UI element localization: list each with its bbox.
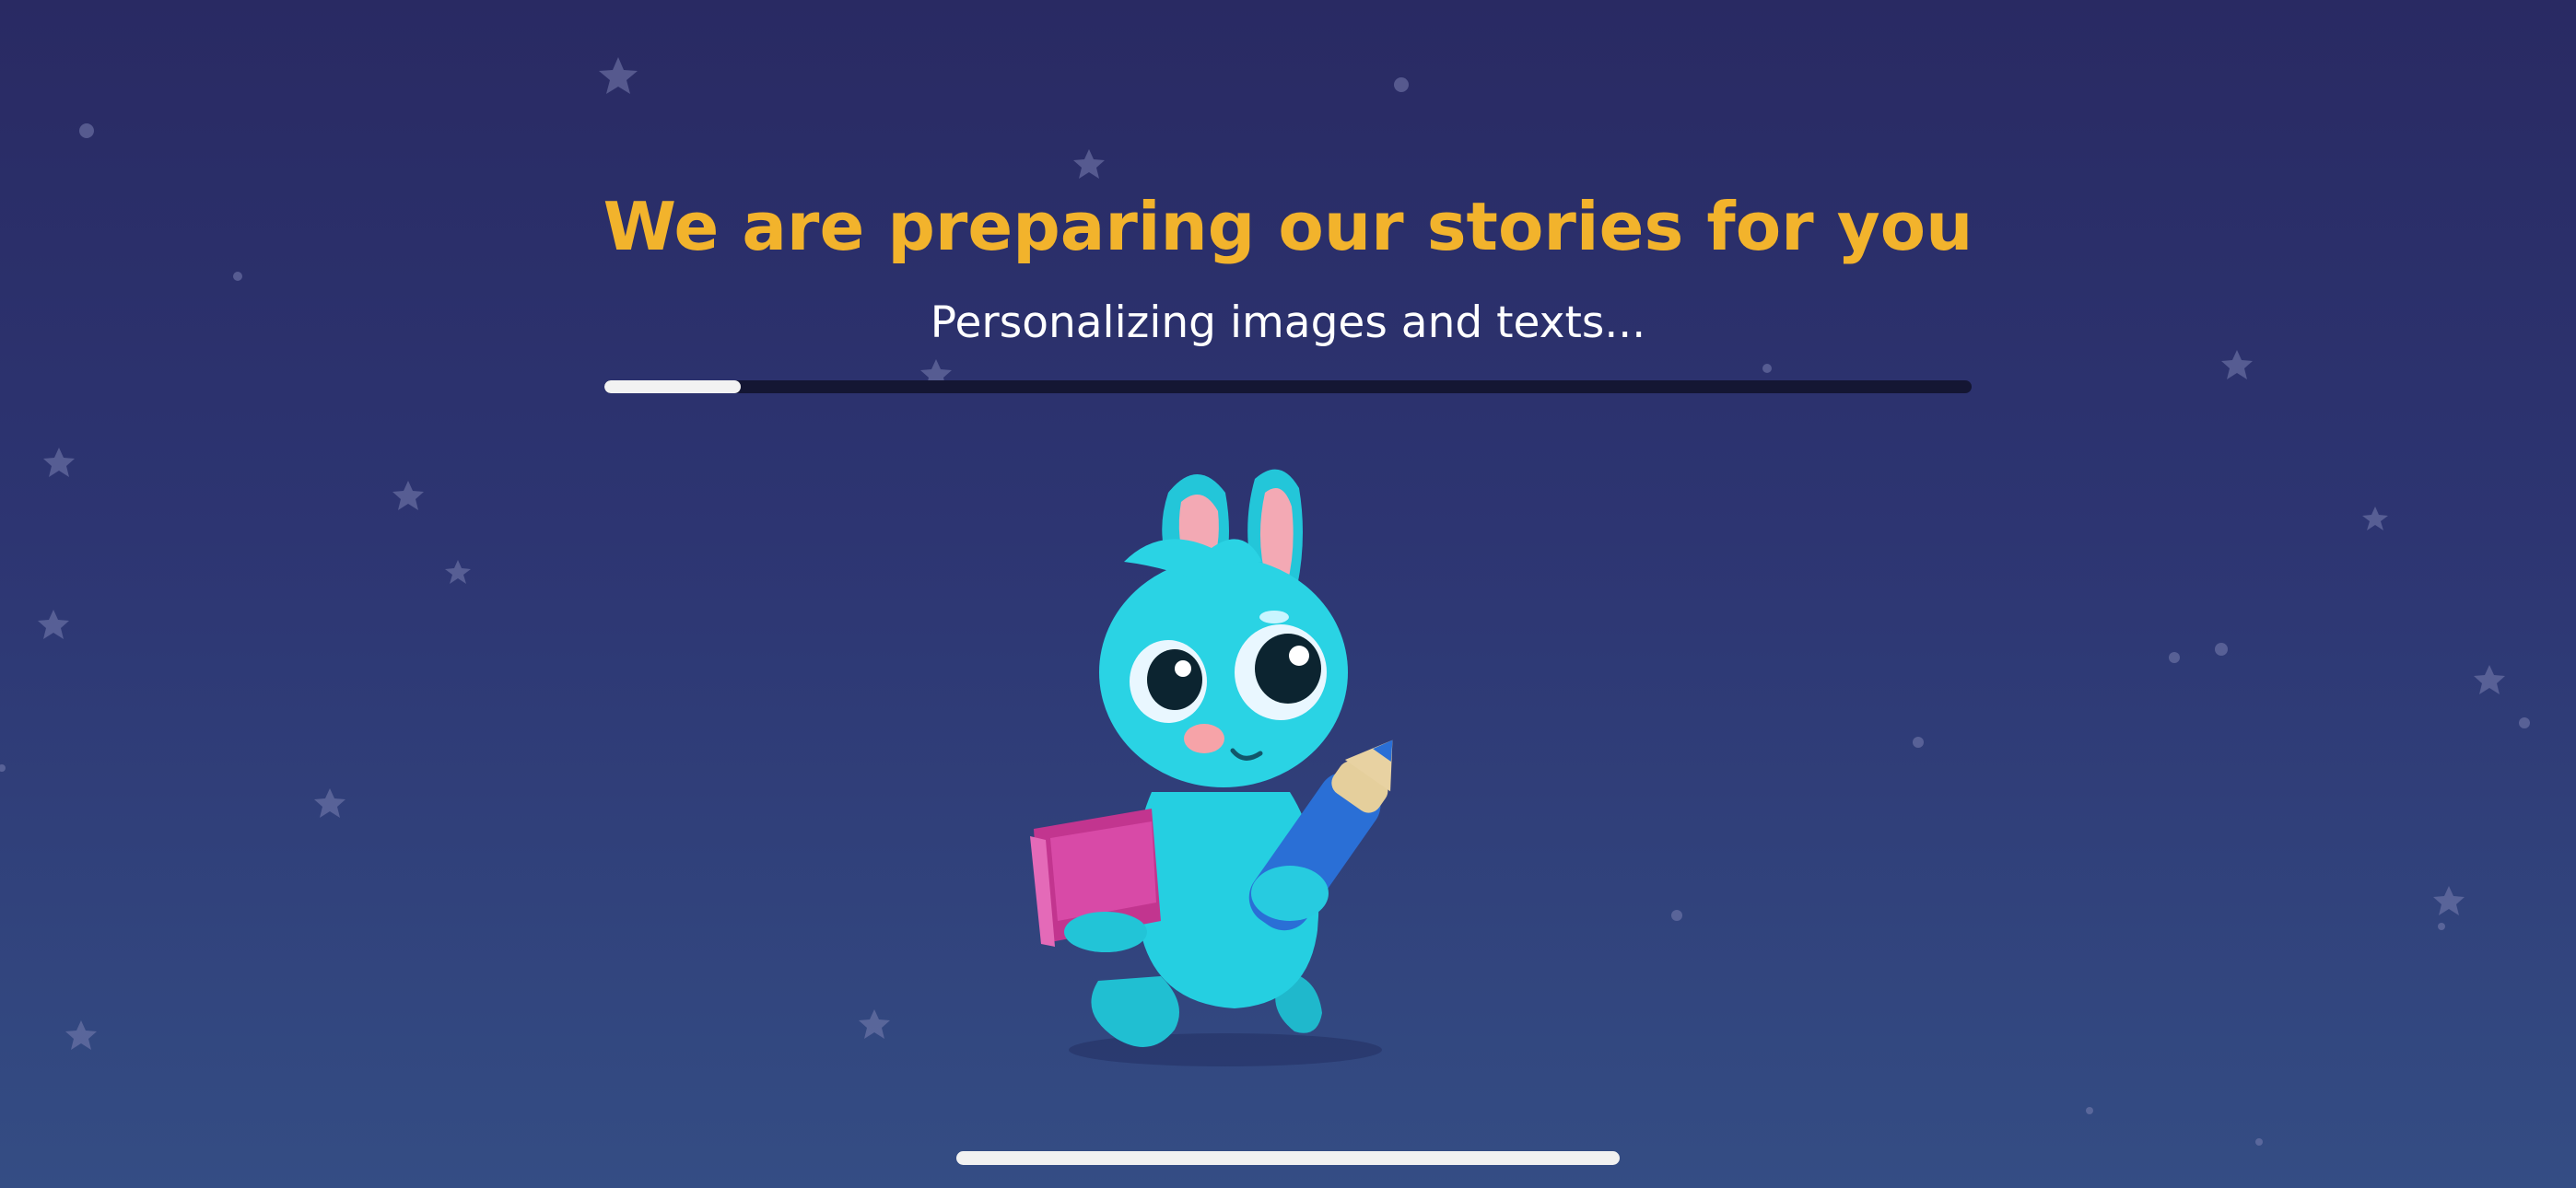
loading-progress-bar xyxy=(604,380,1972,393)
star-icon xyxy=(2221,350,2253,379)
star-icon xyxy=(445,560,471,584)
loading-status-text: Personalizing images and texts... xyxy=(930,297,1646,348)
star-icon xyxy=(2474,665,2505,694)
star-icon xyxy=(1073,149,1105,179)
star-icon xyxy=(2433,886,2465,915)
star-icon xyxy=(859,1009,890,1039)
star-icon xyxy=(38,610,69,639)
home-indicator[interactable] xyxy=(956,1151,1620,1165)
bunny-mascot-icon xyxy=(1030,469,1393,1066)
star-icon xyxy=(599,57,638,94)
star-icon xyxy=(314,788,345,818)
star-icon xyxy=(2362,507,2388,530)
star-icon xyxy=(392,481,424,510)
page-title: We are preparing our stories for you xyxy=(603,188,1973,265)
star-icon xyxy=(43,448,75,477)
star-icon xyxy=(65,1020,97,1050)
loading-progress-fill xyxy=(604,380,742,393)
